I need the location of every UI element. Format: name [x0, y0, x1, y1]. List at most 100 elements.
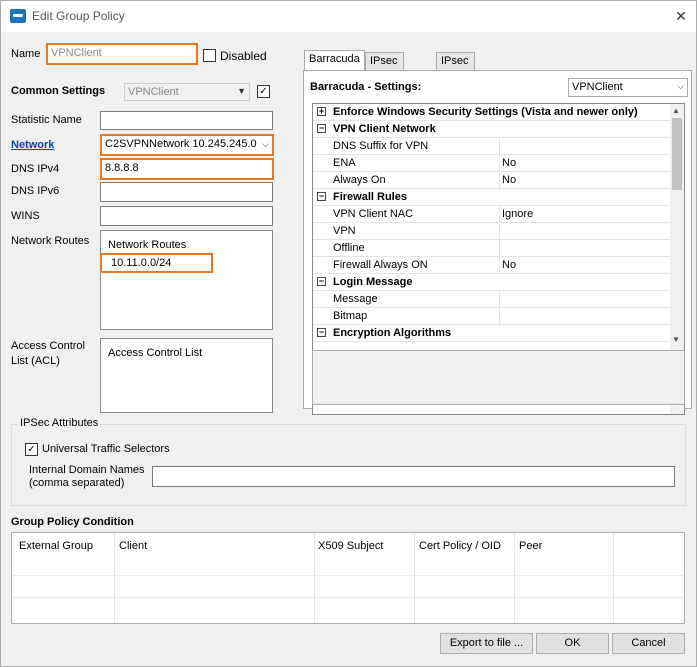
name-input[interactable]: VPNClient: [46, 43, 198, 65]
internal-domain-names-input[interactable]: [152, 466, 675, 487]
column-peer[interactable]: Peer: [519, 540, 542, 552]
ok-button[interactable]: OK: [536, 633, 609, 654]
acl-label-line1: Access Control: [11, 340, 85, 352]
export-to-file-button[interactable]: Export to file ...: [440, 633, 533, 654]
column-separator: [414, 533, 415, 623]
dns-ipv6-input[interactable]: [100, 182, 273, 202]
universal-traffic-selectors-label: Universal Traffic Selectors: [42, 443, 170, 455]
network-routes-list[interactable]: Network Routes: [100, 230, 273, 330]
grid-property-value[interactable]: Ignore: [502, 206, 533, 223]
statistic-name-input[interactable]: [100, 111, 273, 130]
ipsec-attributes-title: IPSec Attributes: [18, 417, 101, 429]
collapse-icon[interactable]: −: [317, 277, 326, 286]
acl-header: Access Control List: [108, 347, 203, 359]
grid-property-name: VPN: [333, 225, 356, 237]
network-value: C2SVPNNetwork 10.245.245.0: [105, 138, 257, 150]
grid-property-value[interactable]: No: [502, 172, 516, 189]
window-title: Edit Group Policy: [32, 9, 125, 23]
dns-ipv6-label: DNS IPv6: [11, 185, 60, 197]
wins-input[interactable]: [100, 206, 273, 226]
grid-property-name: Always On: [333, 174, 386, 186]
barracuda-settings-dropdown[interactable]: VPNClient ⌵: [568, 78, 688, 97]
grid-property-row[interactable]: VPN Client NAC Ignore: [313, 206, 671, 223]
grid-category-row[interactable]: − Firewall Rules: [313, 189, 671, 206]
app-icon: [10, 9, 26, 23]
grid-property-value[interactable]: No: [502, 155, 516, 172]
collapse-icon[interactable]: −: [317, 124, 326, 133]
grid-property-row[interactable]: Message: [313, 291, 671, 308]
column-separator: [314, 533, 315, 623]
grid-property-row[interactable]: Firewall Always ON No: [313, 257, 671, 274]
column-x509-subject[interactable]: X509 Subject: [318, 540, 383, 552]
name-label: Name: [11, 48, 41, 60]
grid-property-row[interactable]: Always On No: [313, 172, 671, 189]
dns-ipv4-input[interactable]: 8.8.8.8: [100, 158, 274, 180]
group-policy-condition-table[interactable]: External Group Client X509 Subject Cert …: [11, 532, 685, 624]
collapse-icon[interactable]: −: [317, 328, 326, 337]
tab-ipsec-ikev1[interactable]: IPsec IKEv1: [365, 52, 405, 83]
grid-property-row[interactable]: VPN: [313, 223, 671, 240]
grid-property-row[interactable]: Bitmap: [313, 308, 671, 325]
common-settings-dropdown[interactable]: VPNClient ▼: [124, 83, 250, 101]
expand-icon[interactable]: +: [317, 107, 326, 116]
property-description-box: [312, 350, 685, 405]
network-link[interactable]: Network: [11, 139, 54, 151]
network-routes-header: Network Routes: [108, 239, 187, 251]
common-settings-label: Common Settings: [11, 85, 106, 97]
scroll-up-icon[interactable]: ▲: [672, 106, 680, 115]
tab-ipsec-ikev2[interactable]: IPsec IKEv2: [436, 52, 476, 83]
group-policy-condition-title: Group Policy Condition: [11, 516, 134, 528]
acl-list[interactable]: Access Control List: [100, 338, 273, 413]
row-separator: [12, 575, 684, 576]
grid-property-row[interactable]: Offline: [313, 240, 671, 257]
grid-category-row[interactable]: − VPN Client Network: [313, 121, 671, 138]
grid-column-separator: [499, 206, 500, 223]
column-client[interactable]: Client: [119, 540, 147, 552]
edit-group-policy-window: Edit Group Policy ✕ Name VPNClient Disab…: [0, 0, 697, 667]
grid-property-value[interactable]: No: [502, 257, 516, 274]
grid-property-name: Login Message: [333, 276, 413, 288]
grid-column-separator: [499, 308, 500, 325]
column-cert-policy-oid[interactable]: Cert Policy / OID: [419, 540, 501, 552]
scroll-down-icon[interactable]: ▼: [672, 335, 680, 344]
grid-property-name: DNS Suffix for VPN: [333, 140, 429, 152]
chevron-down-icon: ⌵: [677, 81, 684, 91]
grid-property-row[interactable]: DNS Suffix for VPN: [313, 138, 671, 155]
grid-column-separator: [499, 257, 500, 274]
common-settings-checkbox[interactable]: ✓: [257, 85, 270, 98]
grid-category-row[interactable]: − Login Message: [313, 274, 671, 291]
grid-property-name: Firewall Rules: [333, 191, 407, 203]
network-dropdown[interactable]: C2SVPNNetwork 10.245.245.0 ⌵: [100, 134, 274, 156]
grid-column-separator: [499, 172, 500, 189]
statistic-name-label: Statistic Name: [11, 114, 82, 126]
chevron-down-icon: ▼: [237, 86, 246, 96]
disabled-checkbox[interactable]: [203, 49, 216, 62]
grid-category-row[interactable]: − Encryption Algorithms: [313, 325, 671, 342]
scroll-thumb[interactable]: [672, 118, 682, 190]
tab-barracuda[interactable]: Barracuda: [304, 50, 365, 71]
grid-property-name: Encryption Algorithms: [333, 327, 452, 339]
grid-column-separator: [499, 223, 500, 240]
collapse-icon[interactable]: −: [317, 192, 326, 201]
grid-property-name: Enforce Windows Security Settings (Vista…: [333, 106, 638, 118]
column-separator: [514, 533, 515, 623]
chevron-down-icon: ⌵: [262, 139, 269, 149]
cancel-button[interactable]: Cancel: [612, 633, 685, 654]
grid-category-row[interactable]: + Enforce Windows Security Settings (Vist…: [313, 104, 671, 121]
grid-column-separator: [499, 291, 500, 308]
close-icon[interactable]: ✕: [666, 1, 696, 32]
grid-column-separator: [499, 240, 500, 257]
grid-property-name: Firewall Always ON: [333, 259, 428, 271]
network-routes-label: Network Routes: [11, 235, 90, 247]
column-external-group[interactable]: External Group: [19, 540, 93, 552]
barracuda-settings-value: VPNClient: [572, 81, 623, 93]
common-settings-value: VPNClient: [128, 86, 179, 98]
grid-property-row[interactable]: ENA No: [313, 155, 671, 172]
grid-column-separator: [499, 155, 500, 172]
grid-property-name: ENA: [333, 157, 356, 169]
internal-domain-names-label-line1: Internal Domain Names: [29, 464, 145, 476]
network-route-item[interactable]: 10.11.0.0/24: [100, 253, 213, 273]
barracuda-tab-panel: Barracuda - Settings: VPNClient ⌵ + Enfor…: [303, 70, 692, 415]
grid-property-name: VPN Client Network: [333, 123, 436, 135]
universal-traffic-selectors-checkbox[interactable]: ✓: [25, 443, 38, 456]
